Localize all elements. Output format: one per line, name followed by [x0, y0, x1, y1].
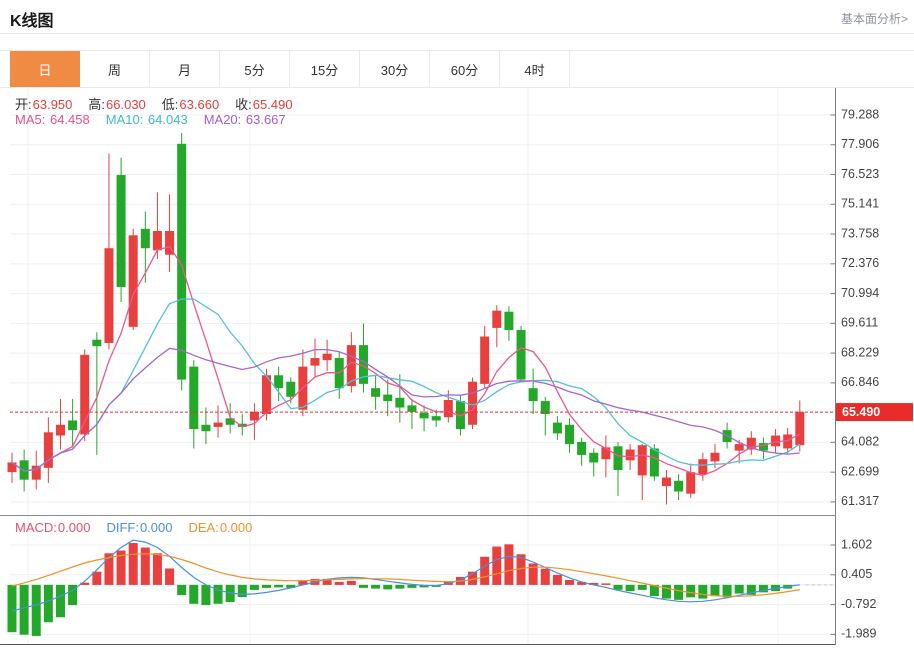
ma-legend-ma10: MA10: 64.043 — [106, 112, 188, 127]
candle[interactable] — [420, 405, 429, 431]
candle[interactable] — [565, 418, 574, 452]
svg-text:-1.989: -1.989 — [841, 627, 876, 641]
svg-text:64.082: 64.082 — [841, 435, 879, 449]
candle[interactable] — [311, 339, 320, 378]
candle[interactable] — [601, 436, 610, 478]
svg-text:79.288: 79.288 — [841, 107, 879, 121]
candle[interactable] — [165, 194, 174, 272]
svg-text:68.229: 68.229 — [841, 345, 879, 359]
candle[interactable] — [638, 444, 647, 500]
candle[interactable] — [698, 453, 707, 481]
svg-text:75.141: 75.141 — [841, 197, 879, 211]
candle[interactable] — [104, 153, 113, 349]
svg-text:73.758: 73.758 — [841, 226, 879, 240]
ohlc-legend: 开:63.950 高:66.030 低:63.660 收:65.490 — [15, 94, 309, 113]
candle[interactable] — [129, 229, 138, 330]
candle[interactable] — [771, 429, 780, 453]
ohlc-legend-low: 低:63.660 — [162, 97, 219, 112]
svg-text:69.611: 69.611 — [841, 316, 878, 330]
candle[interactable] — [759, 438, 768, 460]
svg-text:77.906: 77.906 — [841, 137, 879, 151]
svg-text:66.846: 66.846 — [841, 375, 879, 389]
svg-text:65.490: 65.490 — [842, 405, 880, 419]
ohlc-legend-open: 开:63.950 — [15, 97, 72, 112]
ohlc-legend-high: 高:66.030 — [88, 97, 145, 112]
svg-text:72.376: 72.376 — [841, 256, 879, 270]
svg-text:62.699: 62.699 — [841, 464, 879, 478]
candle[interactable] — [480, 326, 489, 388]
candle[interactable] — [189, 360, 198, 448]
svg-text:70.994: 70.994 — [841, 286, 879, 300]
ma-legend-ma5: MA5: 64.458 — [15, 112, 90, 127]
candle[interactable] — [541, 397, 550, 436]
candle[interactable] — [492, 305, 501, 347]
candle[interactable] — [686, 464, 695, 498]
candle[interactable] — [529, 369, 538, 414]
candle[interactable] — [407, 399, 416, 429]
candle[interactable] — [44, 417, 53, 483]
kline-page: K线图 基本面分析> 日周月5分15分30分60分4时 开:63.950高:66… — [0, 0, 914, 648]
candle[interactable] — [517, 326, 526, 382]
svg-text:1.602: 1.602 — [841, 537, 872, 551]
candles-layer — [8, 133, 805, 504]
macd-legend-macd: MACD:0.000 — [15, 520, 90, 535]
macd-legend: MACD:0.000 DIFF:0.000 DEA:0.000 — [15, 520, 268, 535]
candle[interactable] — [323, 340, 332, 371]
candle[interactable] — [383, 380, 392, 417]
current-price-tag: 65.490 — [836, 403, 913, 421]
ohlc-legend-close: 收:65.490 — [235, 97, 292, 112]
macd-legend-diff: DIFF:0.000 — [106, 520, 172, 535]
candle[interactable] — [795, 400, 804, 451]
macd-legend-dea: DEA:0.000 — [188, 520, 252, 535]
candle[interactable] — [92, 332, 101, 455]
candle[interactable] — [674, 474, 683, 500]
candle[interactable] — [371, 375, 380, 409]
svg-text:61.317: 61.317 — [841, 494, 879, 508]
candle[interactable] — [335, 352, 344, 399]
candle[interactable] — [662, 470, 671, 504]
candle[interactable] — [553, 416, 562, 440]
svg-text:-0.792: -0.792 — [841, 597, 876, 611]
price-axis-labels: 79.288 77.906 76.523 75.141 73.758 72.376 70.9… — [831, 107, 880, 640]
ma-legend: MA5: 64.458 MA10: 64.043 MA20: 63.667 — [15, 112, 302, 127]
ma20-line — [12, 348, 800, 471]
svg-text:76.523: 76.523 — [841, 167, 879, 181]
svg-text:0.405: 0.405 — [841, 567, 872, 581]
candle[interactable] — [504, 306, 513, 340]
candle[interactable] — [250, 403, 259, 440]
ma-legend-ma20: MA20: 63.667 — [204, 112, 286, 127]
candle[interactable] — [359, 324, 368, 393]
candle[interactable] — [8, 453, 17, 483]
candle[interactable] — [614, 442, 623, 496]
candle[interactable] — [214, 405, 223, 437]
candle[interactable] — [201, 408, 210, 445]
candle[interactable] — [117, 158, 126, 302]
candle[interactable] — [747, 431, 756, 455]
candle[interactable] — [395, 374, 404, 422]
